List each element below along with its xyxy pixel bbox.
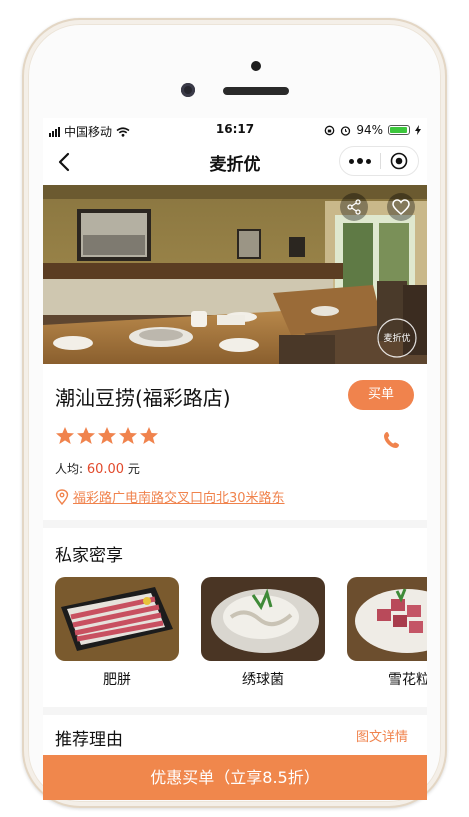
avg-unit: 元 bbox=[124, 462, 140, 476]
average-price: 人均: 60.00 元 bbox=[55, 460, 140, 477]
restaurant-photo: 麦折优 bbox=[43, 185, 427, 364]
heart-icon[interactable] bbox=[387, 193, 415, 221]
dish-card[interactable]: 肥胼 bbox=[55, 577, 179, 689]
star-rating bbox=[55, 426, 159, 446]
star-icon bbox=[56, 427, 74, 444]
recommend-section-title: 推荐理由 bbox=[55, 730, 123, 750]
avg-label: 人均: bbox=[55, 462, 87, 476]
sensor-dot bbox=[251, 61, 261, 71]
battery-icon bbox=[388, 125, 410, 135]
location-icon bbox=[55, 488, 69, 505]
close-circle-icon[interactable] bbox=[380, 147, 418, 175]
dish-list: 肥胼 绣球菌 雪花粒 bbox=[55, 577, 427, 689]
restaurant-interior-image: 麦折优 bbox=[43, 185, 427, 364]
front-camera bbox=[181, 83, 195, 97]
star-icon bbox=[77, 427, 95, 444]
dish-image bbox=[201, 577, 325, 661]
section-divider bbox=[43, 707, 427, 715]
nav-bar: 麦折优 bbox=[43, 142, 427, 182]
discount-pay-button[interactable]: 优惠买单（立享8.5折） bbox=[43, 755, 427, 800]
more-icon[interactable] bbox=[340, 147, 380, 175]
lock-rotation-icon bbox=[324, 125, 335, 135]
star-icon bbox=[98, 427, 116, 444]
earpiece-speaker bbox=[223, 87, 289, 95]
private-section-title: 私家密享 bbox=[55, 546, 123, 566]
address-text: 福彩路广电南路交叉口向北30米路东 bbox=[73, 491, 285, 506]
dish-name: 肥胼 bbox=[103, 672, 131, 688]
phone-icon[interactable] bbox=[382, 430, 402, 450]
alarm-icon bbox=[341, 125, 351, 136]
dish-image bbox=[347, 577, 427, 661]
dish-card[interactable]: 绣球菌 bbox=[201, 577, 325, 689]
battery-percent: 94% bbox=[356, 123, 383, 137]
star-icon bbox=[140, 427, 158, 444]
address-link[interactable]: 福彩路广电南路交叉口向北30米路东 bbox=[55, 487, 285, 506]
status-bar: 中国移动 16:17 94% bbox=[43, 118, 427, 142]
buy-button[interactable]: 买单 bbox=[348, 380, 414, 410]
restaurant-name: 潮汕豆捞(福彩路店) bbox=[55, 386, 231, 410]
dish-image bbox=[55, 577, 179, 661]
app-screen: 中国移动 16:17 94% 麦折优 麦折优 潮汕豆捞(福彩路店) 买单 人均:… bbox=[43, 118, 427, 800]
dish-card[interactable]: 雪花粒 bbox=[347, 577, 427, 689]
miniprogram-capsule bbox=[339, 146, 419, 176]
star-icon bbox=[119, 427, 137, 444]
detail-link[interactable]: 图文详情 bbox=[356, 726, 408, 745]
charging-icon bbox=[415, 125, 421, 135]
avg-price-value: 60.00 bbox=[86, 462, 125, 477]
dish-name: 绣球菌 bbox=[242, 672, 284, 688]
dish-name: 雪花粒 bbox=[388, 672, 427, 688]
section-divider bbox=[43, 520, 427, 528]
share-icon[interactable] bbox=[340, 193, 368, 221]
watermark-text: 麦折优 bbox=[383, 332, 410, 344]
